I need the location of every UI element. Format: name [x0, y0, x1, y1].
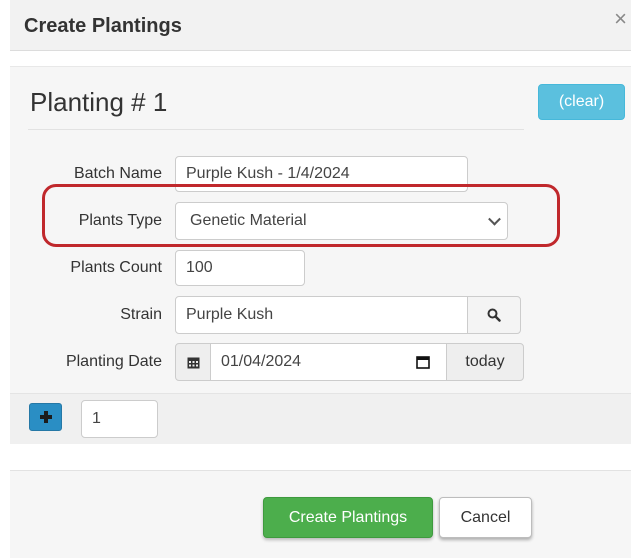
planting-header: Planting # 1 [28, 67, 524, 130]
highlight-annotation [42, 184, 560, 247]
strain-search-button[interactable] [467, 296, 521, 334]
add-planting-button[interactable] [29, 403, 62, 431]
batch-name-value: Purple Kush - 1/4/2024 [186, 165, 350, 182]
clear-button[interactable]: (clear) [538, 84, 625, 120]
planting-date-value: 01/04/2024 [221, 353, 302, 370]
planting-date-label: Planting Date [65, 353, 162, 370]
planting-title: Planting # 1 [30, 87, 168, 117]
create-plantings-button[interactable]: Create Plantings [263, 497, 433, 538]
dialog-header: Create Plantings × [10, 0, 631, 51]
planting-count-value: 1 [92, 410, 101, 427]
batch-name-label: Batch Name [73, 165, 162, 182]
cancel-button[interactable]: Cancel [439, 497, 532, 538]
strain-label: Strain [120, 306, 162, 323]
plants-count-input[interactable]: 100 [175, 250, 305, 286]
strain-input[interactable]: Purple Kush [175, 296, 468, 334]
plants-count-label: Plants Count [70, 259, 162, 276]
today-button[interactable]: today [446, 343, 524, 381]
planting-count-input[interactable]: 1 [81, 400, 158, 438]
date-picker-icon[interactable] [416, 355, 430, 369]
calendar-addon [175, 343, 211, 381]
search-icon [487, 308, 501, 322]
close-icon[interactable]: × [614, 8, 627, 30]
dialog-title: Create Plantings [24, 15, 182, 37]
plants-count-value: 100 [186, 259, 213, 276]
planting-date-input[interactable]: 01/04/2024 [210, 343, 447, 381]
strain-value: Purple Kush [186, 306, 274, 323]
planting-panel: Planting # 1 (clear) [10, 66, 631, 444]
calendar-icon [187, 357, 199, 368]
